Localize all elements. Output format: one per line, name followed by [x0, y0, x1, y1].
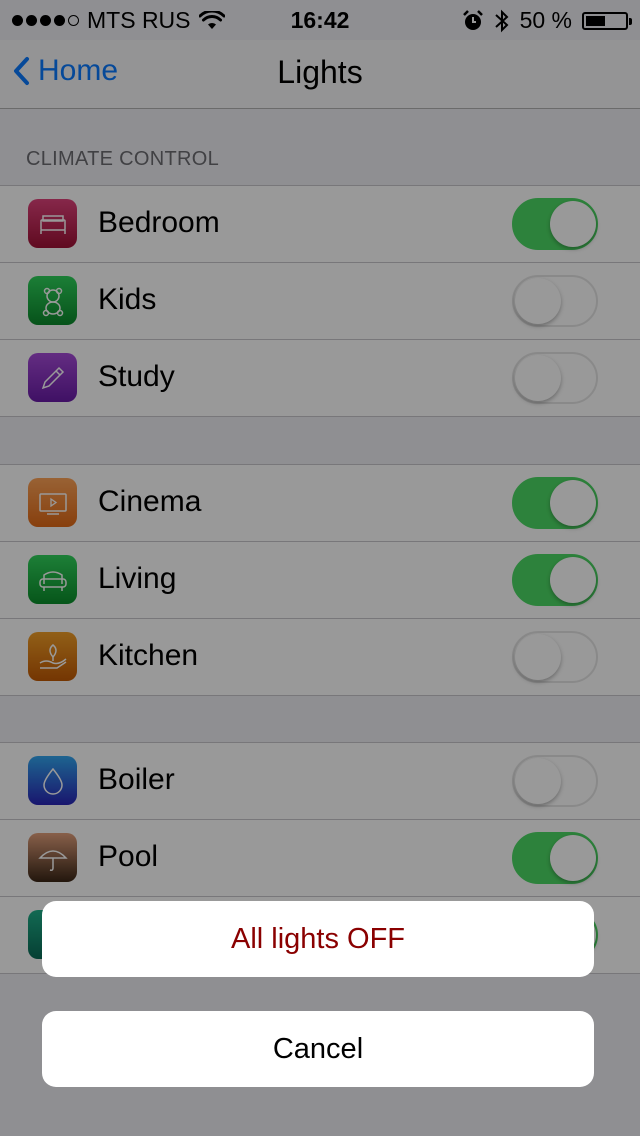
all-lights-off-button[interactable]: All lights OFF: [42, 901, 594, 977]
screen: MTS RUS 16:42 50 % Home Lights CLIMATE C…: [0, 0, 640, 1136]
cancel-button[interactable]: Cancel: [42, 1011, 594, 1087]
